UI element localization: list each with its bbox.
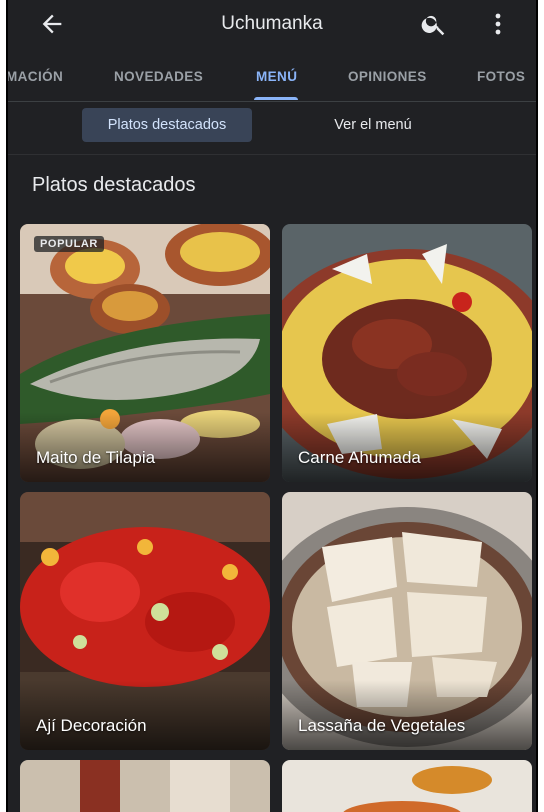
divider (8, 154, 536, 155)
dish-card-carne-ahumada[interactable]: Carne Ahumada (282, 224, 532, 482)
app-bar: Uchumanka (8, 0, 536, 48)
tab-opiniones[interactable]: OPINIONES (348, 69, 427, 84)
dish-card-partial[interactable] (282, 760, 532, 812)
dish-card-maito-de-tilapia[interactable]: POPULAR Maito de Tilapia (20, 224, 270, 482)
dish-name: Ají Decoración (36, 716, 147, 735)
chip-ver-menu[interactable]: Ver el menú (308, 108, 438, 142)
tab-fotos[interactable]: FOTOS (477, 69, 525, 84)
dish-name: Maito de Tilapia (36, 448, 156, 467)
dish-card-lassana-de-vegetales[interactable]: Lassaña de Vegetales (282, 492, 532, 750)
label-shade (282, 412, 532, 482)
chip-platos-destacados[interactable]: Platos destacados (82, 108, 252, 142)
phone-screen: Uchumanka MACIÓN NOVEDADES MENÚ OPINIONE… (6, 0, 538, 812)
search-icon[interactable] (420, 10, 448, 38)
more-vert-icon[interactable] (488, 10, 508, 38)
chip-row: Platos destacados Ver el menú (8, 108, 536, 148)
tab-active-indicator (254, 97, 298, 100)
tab-menu[interactable]: MENÚ (256, 69, 297, 84)
dish-name: Lassaña de Vegetales (298, 716, 466, 735)
tab-informacion[interactable]: MACIÓN (8, 69, 63, 84)
dish-name: Carne Ahumada (298, 448, 421, 467)
label-shade (20, 680, 270, 750)
section-title: Platos destacados (32, 174, 196, 196)
dish-photo (282, 760, 532, 812)
dish-card-aji-decoracion[interactable]: Ají Decoración (20, 492, 270, 750)
tab-novedades[interactable]: NOVEDADES (114, 69, 203, 84)
page-title: Uchumanka (221, 13, 323, 34)
popular-badge: POPULAR (34, 236, 104, 252)
dish-card-partial[interactable] (20, 760, 270, 812)
dish-photo (20, 760, 270, 812)
tab-bar: MACIÓN NOVEDADES MENÚ OPINIONES FOTOS (8, 55, 536, 102)
label-shade (20, 412, 270, 482)
label-shade (282, 680, 532, 750)
